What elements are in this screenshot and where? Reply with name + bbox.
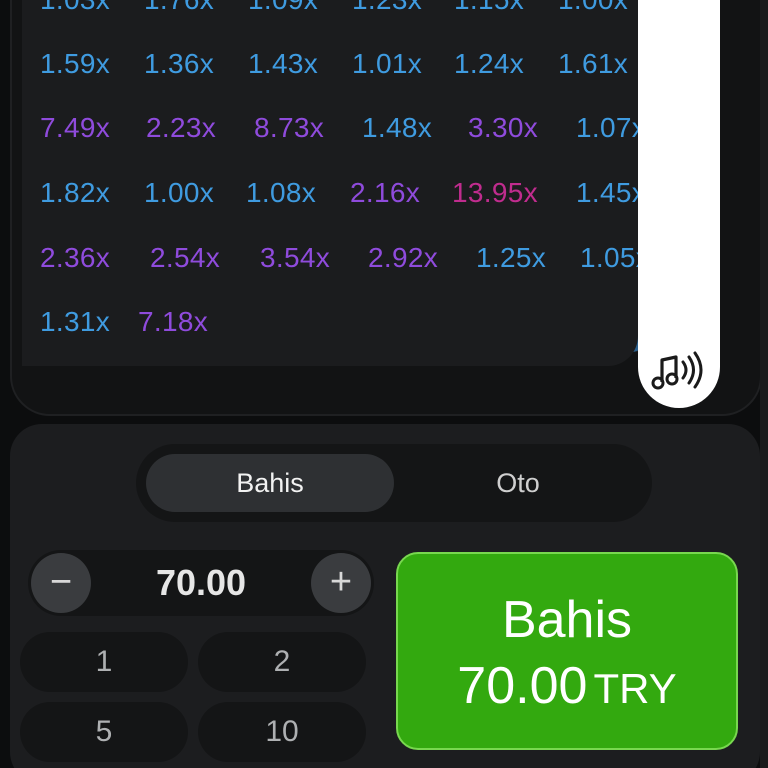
decrease-amount-button[interactable]: − <box>31 553 91 613</box>
multiplier-badge[interactable]: 13.95x <box>452 173 538 213</box>
quick-amount-button[interactable]: 2 <box>198 632 366 692</box>
place-bet-button[interactable]: Bahis 70.00 TRY <box>396 552 738 750</box>
bet-button-currency: TRY <box>593 665 677 712</box>
multiplier-badge[interactable]: 3.54x <box>260 238 330 278</box>
multiplier-badge[interactable]: 1.45x <box>576 173 638 213</box>
multiplier-badge[interactable]: 1.05x <box>580 238 638 278</box>
quick-amount-button[interactable]: 1 <box>20 632 188 692</box>
bet-amount-value[interactable]: 70.00 <box>98 550 304 616</box>
multiplier-badge[interactable]: 1.82x <box>40 173 110 213</box>
round-history-panel: 1.03x 1.76x 1.09x 1.23x 1.15x 1.00x 1.59x 1.36x… <box>22 0 638 366</box>
multiplier-badge[interactable]: 8.73x <box>254 108 324 148</box>
multiplier-badge[interactable]: 1.59x <box>40 44 110 84</box>
music-sound-icon <box>651 351 703 390</box>
multiplier-badge[interactable]: 7.18x <box>138 302 208 342</box>
multiplier-badge[interactable]: 1.36x <box>144 44 214 84</box>
multiplier-badge[interactable]: 2.36x <box>40 238 110 278</box>
sound-toggle-button[interactable] <box>650 348 706 398</box>
multiplier-badge[interactable]: 1.23x <box>352 0 422 20</box>
multiplier-badge[interactable]: 2.54x <box>150 238 220 278</box>
multiplier-badge[interactable]: 7.49x <box>40 108 110 148</box>
multiplier-badge[interactable]: 1.01x <box>352 44 422 84</box>
multiplier-badge[interactable]: 1.00x <box>144 173 214 213</box>
multiplier-badge[interactable]: 1.07x <box>576 108 638 148</box>
bet-button-amount-value: 70.00 <box>457 657 588 715</box>
multiplier-badge[interactable]: 1.61x <box>558 44 628 84</box>
multiplier-badge[interactable]: 1.03x <box>40 0 110 20</box>
side-panel <box>638 0 720 408</box>
multiplier-badge[interactable]: 2.92x <box>368 238 438 278</box>
multiplier-badge[interactable]: 1.31x <box>40 302 110 342</box>
multiplier-badge[interactable]: 1.43x <box>248 44 318 84</box>
multiplier-badge[interactable]: 1.48x <box>362 108 432 148</box>
multiplier-badge[interactable]: 1.15x <box>454 0 524 20</box>
multiplier-badge[interactable]: 2.23x <box>146 108 216 148</box>
bet-mode-tabs: Bahis Oto <box>136 444 652 522</box>
tab-auto[interactable]: Oto <box>394 454 642 512</box>
bet-button-amount: 70.00 TRY <box>398 656 736 719</box>
quick-amount-button[interactable]: 10 <box>198 702 366 762</box>
multiplier-badge[interactable]: 1.09x <box>248 0 318 20</box>
multiplier-badge[interactable]: 2.16x <box>350 173 420 213</box>
multiplier-badge[interactable]: 3.30x <box>468 108 538 148</box>
multiplier-badge[interactable]: 1.24x <box>454 44 524 84</box>
tab-bet[interactable]: Bahis <box>146 454 394 512</box>
bet-amount-stepper: − 70.00 + <box>28 550 374 616</box>
multiplier-badge[interactable]: 1.08x <box>246 173 316 213</box>
multiplier-badge[interactable]: 1.00x <box>558 0 628 20</box>
quick-amount-button[interactable]: 5 <box>20 702 188 762</box>
increase-amount-button[interactable]: + <box>311 553 371 613</box>
screen: 1.03x 1.76x 1.09x 1.23x 1.15x 1.00x 1.59x 1.36x… <box>0 0 768 768</box>
bet-panel: Bahis Oto − 70.00 + 1 2 5 10 Bahis 70.00… <box>10 424 760 768</box>
multiplier-badge[interactable]: 1.76x <box>144 0 214 20</box>
bet-button-title: Bahis <box>501 591 633 649</box>
page-scrollbar[interactable] <box>760 0 768 768</box>
multiplier-badge[interactable]: 1.25x <box>476 238 546 278</box>
